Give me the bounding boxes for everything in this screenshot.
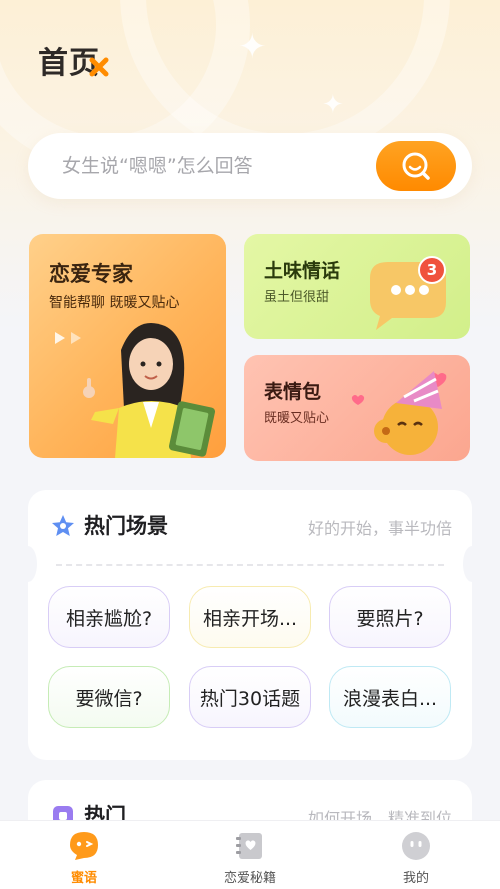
section-title: 热门场景 <box>84 514 168 538</box>
kiss-emoji-icon <box>351 371 447 455</box>
scene-chip[interactable]: 相亲开场... <box>189 586 311 648</box>
tab-profile[interactable]: 我的 <box>356 821 476 889</box>
scene-chip[interactable]: 热门30话题 <box>189 666 311 728</box>
search-bar[interactable] <box>28 133 472 199</box>
love-expert-card[interactable]: 恋爱专家 智能帮聊 既暖又贴心 <box>29 234 226 458</box>
love-words-card[interactable]: 土味情话 虽土但很甜 3 <box>244 234 470 339</box>
book-heart-icon <box>236 833 262 859</box>
tab-label: 蜜语 <box>70 871 97 886</box>
scene-chip[interactable]: 相亲尴尬? <box>48 586 170 648</box>
search-icon <box>402 152 430 180</box>
scene-chip[interactable]: 浪漫表白... <box>329 666 451 728</box>
scene-chip[interactable]: 要微信? <box>48 666 170 728</box>
search-button[interactable] <box>376 141 456 191</box>
profile-face-icon <box>402 832 430 860</box>
bottom-tab-bar: 蜜语 恋爱秘籍 我的 <box>0 820 500 889</box>
card-title: 土味情话 <box>264 260 341 282</box>
expert-avatar-illustration <box>83 323 216 458</box>
tab-label: 我的 <box>402 871 429 886</box>
close-accent-icon <box>89 57 109 77</box>
card-title: 恋爱专家 <box>49 262 133 286</box>
sparkle-icon: ✦ <box>322 90 344 120</box>
tab-label: 恋爱秘籍 <box>223 871 276 886</box>
tab-love-guide[interactable]: 恋爱秘籍 <box>190 821 310 889</box>
hot-scenes-section: 热门场景 好的开始，事半功倍 相亲尴尬? 相亲开场... 要照片? 要微信? 热… <box>19 490 481 760</box>
notification-badge: 3 <box>418 256 446 284</box>
card-title: 表情包 <box>264 381 322 403</box>
divider <box>56 564 444 566</box>
star-icon <box>52 515 74 536</box>
emoji-card[interactable]: 表情包 既暖又贴心 <box>244 355 470 461</box>
section-subtitle: 好的开始，事半功倍 <box>307 519 452 538</box>
card-subtitle: 智能帮聊 既暖又贴心 <box>49 295 180 311</box>
chat-face-icon <box>70 832 98 860</box>
search-input[interactable] <box>62 153 382 179</box>
sparkle-icon: ✦ <box>238 27 267 67</box>
scene-chip[interactable]: 要照片? <box>329 586 451 648</box>
card-subtitle: 既暖又贴心 <box>264 411 330 426</box>
tab-miyu[interactable]: 蜜语 <box>24 821 144 889</box>
card-subtitle: 虽土但很甜 <box>264 290 330 305</box>
